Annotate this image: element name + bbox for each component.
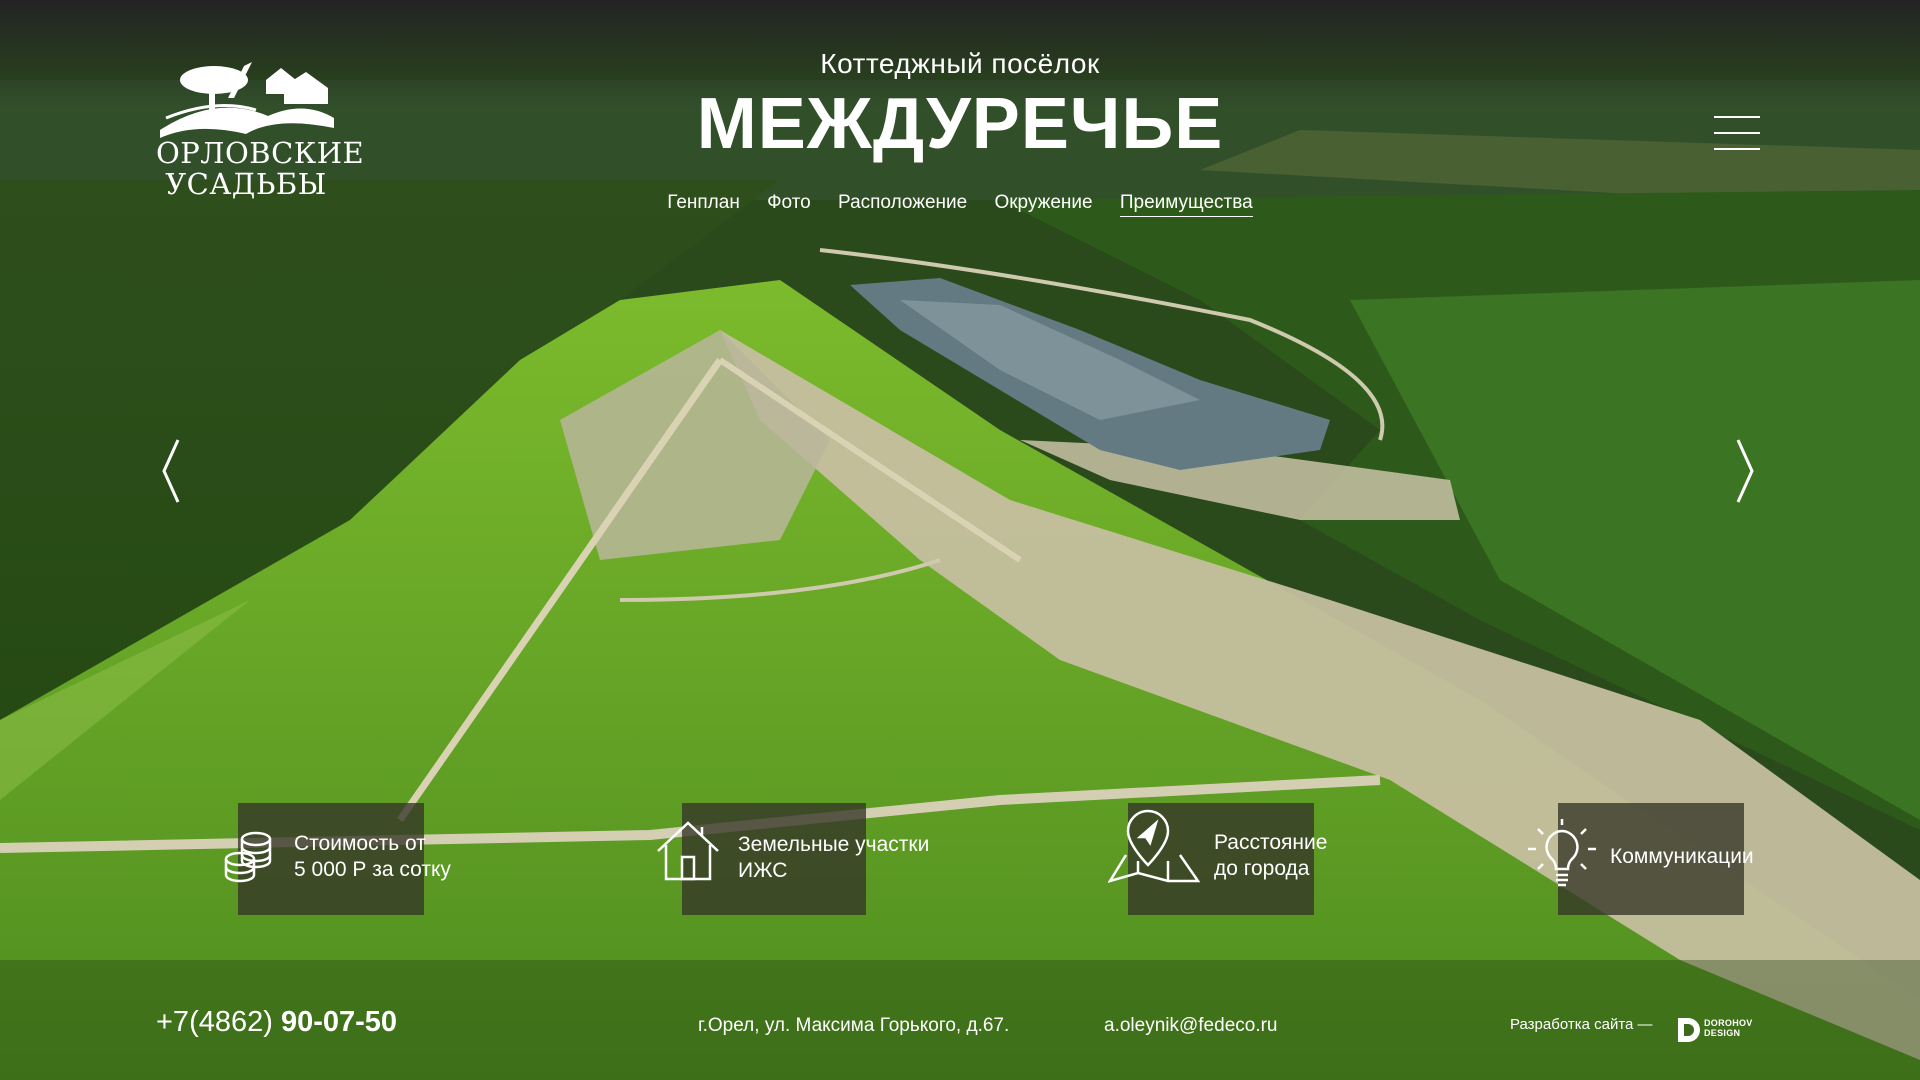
developer-credit-label: Разработка сайта —	[1510, 1016, 1653, 1033]
feature-price-line1: Стоимость от	[294, 832, 426, 855]
phone-link[interactable]: +7(4862) 90-07-50	[156, 1006, 397, 1039]
house-icon	[657, 821, 719, 881]
developer-logo[interactable]: DOROHOV DESIGN	[1676, 1016, 1752, 1049]
feature-land-plots: Земельные участки ИЖС	[656, 803, 956, 915]
nav-item-location[interactable]: Расположение	[838, 192, 967, 216]
lightbulb-icon	[1528, 819, 1596, 887]
feature-utilities: Коммуникации	[1526, 803, 1766, 915]
map-pin-icon	[1108, 809, 1200, 883]
email-link[interactable]: a.oleynik@fedeco.ru	[1104, 1015, 1278, 1037]
hamburger-menu-icon[interactable]	[1714, 116, 1760, 150]
feature-land-line2: ИЖС	[738, 859, 788, 882]
nav-item-photo[interactable]: Фото	[767, 192, 811, 216]
feature-utilities-line1: Коммуникации	[1610, 845, 1754, 868]
chevron-left-icon[interactable]	[156, 436, 186, 506]
feature-distance-line2: до города	[1214, 857, 1310, 880]
phone-number: 90-07-50	[280, 1006, 398, 1038]
developer-logo-line1: DOROHOV	[1704, 1018, 1753, 1028]
dorohov-design-logo-icon	[1678, 1018, 1700, 1042]
developer-logo-text: DOROHOV DESIGN	[1704, 1018, 1753, 1038]
feature-land-line1: Земельные участки	[738, 833, 930, 856]
page-title: МЕЖДУРЕЧЬЕ	[696, 84, 1224, 164]
nav-item-genplan[interactable]: Генплан	[667, 192, 740, 216]
feature-distance-line1: Расстояние	[1214, 831, 1328, 854]
address-text: г.Орел, ул. Максима Горького, д.67.	[698, 1015, 1010, 1036]
page-header: Коттеджный посёлок МЕЖДУРЕЧЬЕ	[0, 48, 1920, 164]
page-subtitle: Коттеджный посёлок	[820, 48, 1100, 79]
nav-item-advantages[interactable]: Преимущества	[1119, 192, 1253, 217]
phone-prefix: +7(4862)	[156, 1006, 273, 1038]
feature-distance: Расстояние до города	[1108, 803, 1368, 915]
hero-section: ОРЛОВСКИЕ УСАДЬБЫ Коттеджный посёлок МЕЖ…	[0, 0, 1920, 1080]
developer-logo-line2: DESIGN	[1704, 1028, 1741, 1038]
feature-price-line2: 5 000 Р за сотку	[294, 858, 451, 881]
coins-stack-icon	[224, 831, 272, 883]
nav-item-surroundings[interactable]: Окружение	[994, 192, 1092, 216]
chevron-right-icon[interactable]	[1730, 436, 1760, 506]
main-nav: Генплан Фото Расположение Окружение Преи…	[0, 192, 1920, 217]
feature-price: Стоимость от 5 000 Р за сотку	[218, 803, 478, 915]
